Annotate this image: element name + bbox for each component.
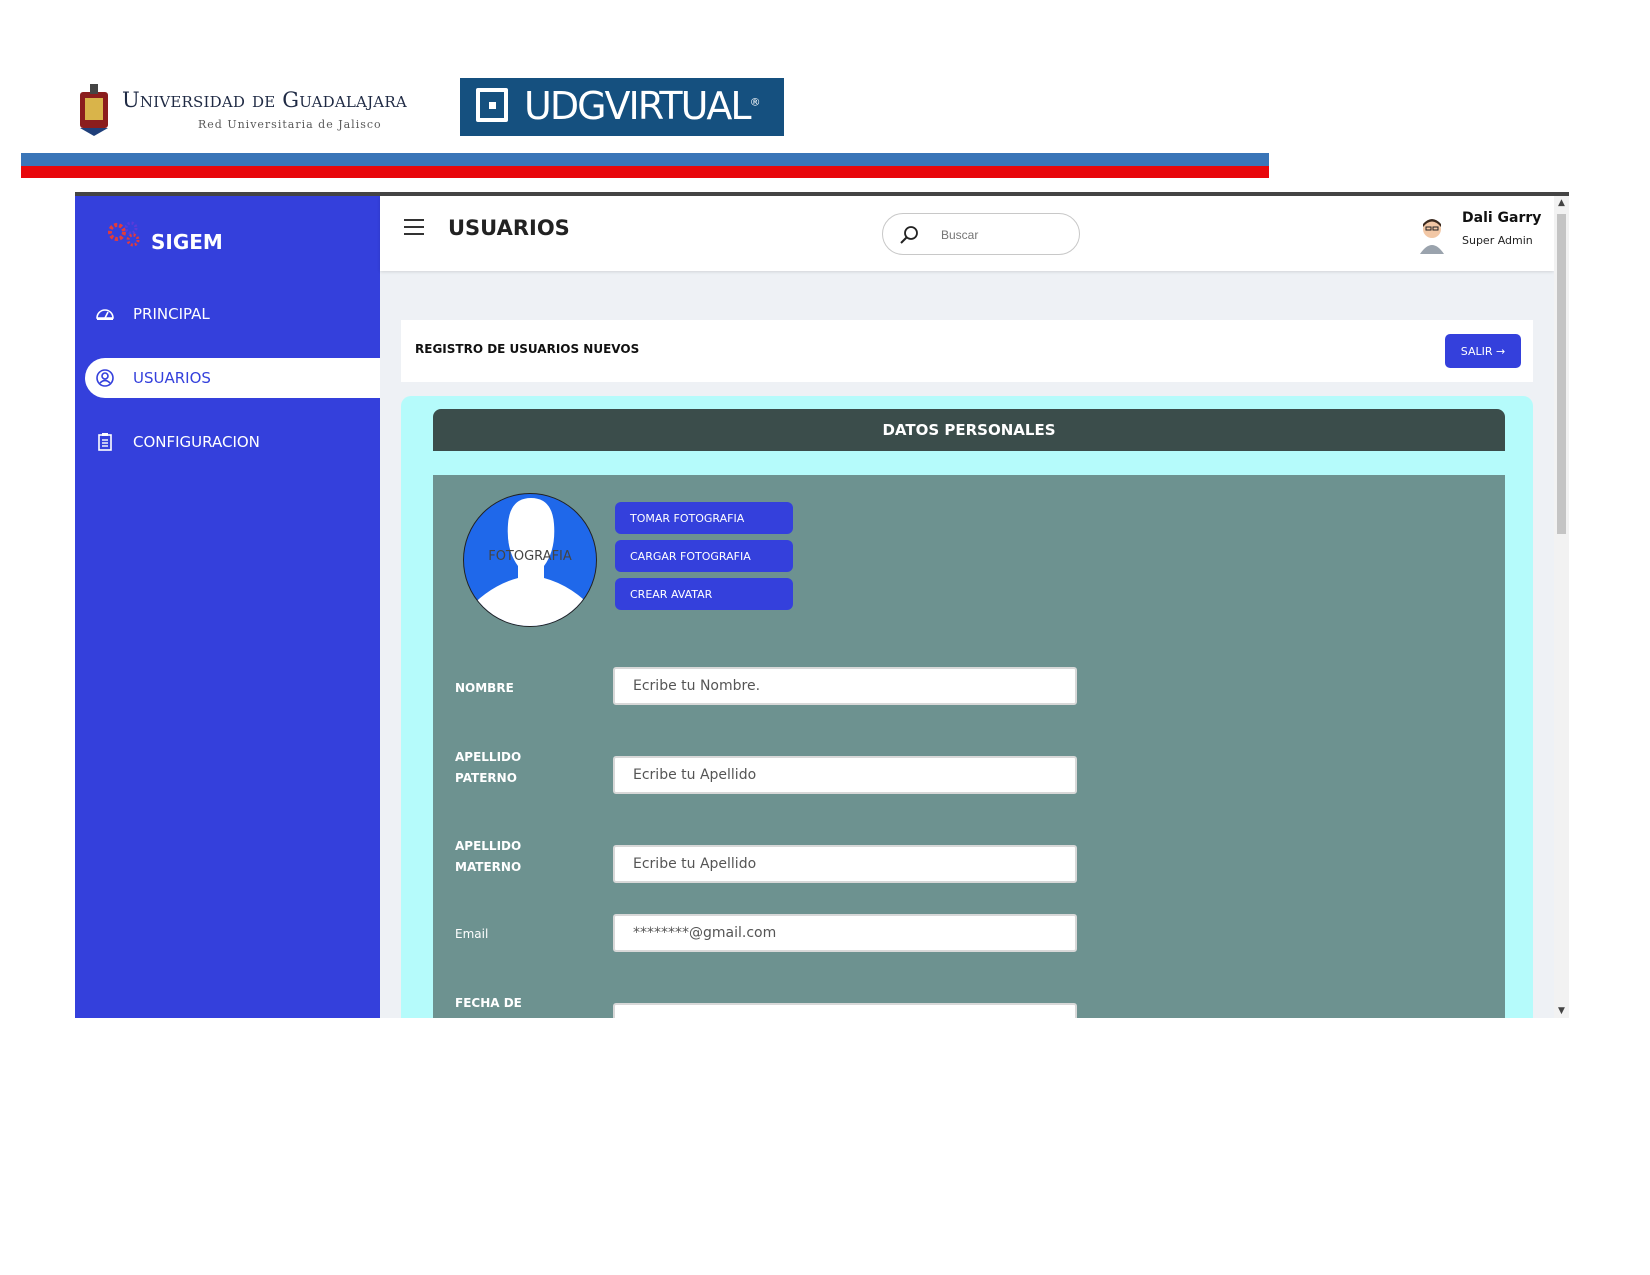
udg-logo: Universidad de Guadalajara Red Universit… (76, 82, 456, 138)
scroll-thumb[interactable] (1557, 214, 1566, 534)
header-stripe-red (21, 166, 1269, 178)
topbar: USUARIOS Dali Garry Super Admin (380, 196, 1554, 271)
scroll-down-icon[interactable]: ▼ (1556, 1006, 1567, 1016)
fecha-input[interactable] (613, 1003, 1077, 1018)
section-header: DATOS PERSONALES (433, 409, 1505, 451)
exit-button[interactable]: SALIR → (1445, 334, 1521, 368)
udg-virtual-brand: UDGVIRTUAL® (524, 84, 761, 128)
fecha-label: FECHA DE (455, 996, 522, 1010)
university-subtitle: Red Universitaria de Jalisco (198, 118, 382, 131)
user-circle-icon (96, 369, 114, 387)
udg-crest-icon (80, 84, 108, 136)
university-name: Universidad de Guadalajara (122, 88, 407, 112)
sidebar-item-label: USUARIOS (133, 369, 211, 387)
search-icon[interactable] (899, 225, 919, 245)
page-title: USUARIOS (448, 216, 570, 240)
brand-name: SIGEM (151, 230, 223, 254)
brand: SIGEM (105, 218, 365, 258)
nombre-label: NOMBRE (455, 681, 514, 695)
take-photo-button[interactable]: TOMAR FOTOGRAFIA (615, 502, 793, 534)
apellido-materno-label: APELLIDO MATERNO (455, 839, 522, 874)
scrollbar[interactable]: ▲ ▼ (1554, 196, 1569, 1018)
sidebar-item-label: PRINCIPAL (133, 305, 210, 323)
sidebar-item-configuracion[interactable]: CONFIGURACION (85, 422, 380, 462)
create-avatar-button[interactable]: CREAR AVATAR (615, 578, 793, 610)
sidebar-item-usuarios[interactable]: USUARIOS (85, 358, 380, 398)
menu-icon[interactable] (404, 219, 424, 235)
user-role: Super Admin (1462, 234, 1533, 247)
avatar[interactable] (1416, 216, 1448, 254)
app-window: SIGEM PRINCIPAL USUARIOS CONFIGURACION U… (75, 192, 1569, 1018)
apellido-materno-input[interactable] (613, 845, 1077, 883)
user-name: Dali Garry (1462, 210, 1542, 226)
email-input[interactable] (613, 914, 1077, 952)
gears-icon (108, 221, 140, 247)
registration-form: DATOS PERSONALES FOTOGRAFIA TOMAR FOTOGR… (401, 396, 1533, 1018)
apellido-paterno-input[interactable] (613, 756, 1077, 794)
profile-photo[interactable]: FOTOGRAFIA (463, 493, 597, 627)
udg-virtual-logo: UDGVIRTUAL® (460, 78, 784, 136)
section-title: DATOS PERSONALES (882, 421, 1056, 439)
email-label: Email (455, 927, 489, 941)
search-input[interactable] (939, 224, 1071, 246)
search-box[interactable] (882, 213, 1080, 255)
card-title: REGISTRO DE USUARIOS NUEVOS (415, 342, 640, 356)
sidebar-item-principal[interactable]: PRINCIPAL (85, 294, 380, 334)
sidebar-item-label: CONFIGURACION (133, 433, 260, 451)
header-stripe-blue (21, 153, 1269, 166)
card-header: REGISTRO DE USUARIOS NUEVOS SALIR → (401, 320, 1533, 382)
sidebar: SIGEM PRINCIPAL USUARIOS CONFIGURACION (75, 196, 380, 1018)
nombre-input[interactable] (613, 667, 1077, 705)
udg-virtual-mark-icon (476, 88, 508, 122)
photo-label: FOTOGRAFIA (488, 549, 572, 564)
scroll-up-icon[interactable]: ▲ (1556, 198, 1567, 208)
clipboard-icon (98, 433, 112, 451)
form-body: FOTOGRAFIA TOMAR FOTOGRAFIA CARGAR FOTOG… (433, 475, 1505, 1018)
dashboard-icon (96, 309, 114, 320)
apellido-paterno-label: APELLIDO PATERNO (455, 750, 522, 785)
upload-photo-button[interactable]: CARGAR FOTOGRAFIA (615, 540, 793, 572)
